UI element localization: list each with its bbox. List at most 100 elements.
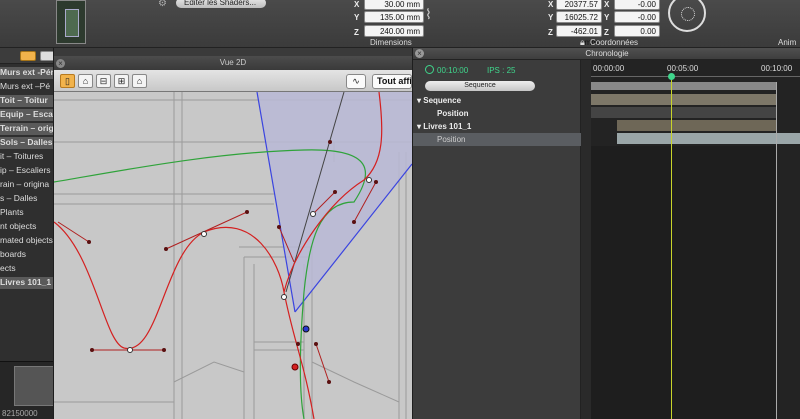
tree-item[interactable]: Murs ext –Pé xyxy=(0,81,50,93)
roof-view-button[interactable]: ⌂ xyxy=(132,74,147,88)
track-livres-position[interactable] xyxy=(617,133,800,144)
roof-icon: ⌂ xyxy=(136,76,143,86)
dimensions-title: Dimensions xyxy=(370,38,412,47)
coord-x-label: X xyxy=(548,0,554,9)
home-icon: ⌂ xyxy=(82,76,89,86)
current-time: 00:10:00 xyxy=(437,66,469,75)
rot-x-label: X xyxy=(604,0,610,9)
tree-item[interactable]: it – Toitures xyxy=(0,151,43,163)
timeline-tracks-list: 00:10:00 IPS : 25 Sequence ▾ Sequence Po… xyxy=(413,60,581,419)
dim-x-field[interactable]: 30.00 mm xyxy=(364,0,424,10)
dim-y-field[interactable]: 135.00 mm xyxy=(364,11,424,23)
timeline-label-end: 00:10:00 xyxy=(761,64,793,73)
canvas-drawing xyxy=(54,92,412,419)
rot-x-field[interactable]: -0.00 xyxy=(614,0,660,10)
coord-z-label: Z xyxy=(548,28,553,37)
coordinates-title: Coordonnées xyxy=(590,38,639,47)
tree-item-label: Position xyxy=(437,135,466,144)
home-view-button[interactable]: ⌂ xyxy=(78,74,93,88)
tree-item[interactable]: rain – origina xyxy=(0,179,49,191)
track-livres[interactable] xyxy=(617,120,777,131)
preview-thumbnail[interactable] xyxy=(14,366,53,406)
fps-label: IPS : 25 xyxy=(487,66,516,75)
timeline-title: Chronologie xyxy=(413,48,800,60)
front-icon: ⊟ xyxy=(99,76,108,86)
tree-item[interactable]: Sols – Dalles xyxy=(0,137,53,149)
coord-y-label: Y xyxy=(548,13,554,22)
tree-item[interactable]: boards xyxy=(0,249,26,261)
lock-icon[interactable]: 🔒︎ xyxy=(580,37,585,48)
drawing-canvas[interactable] xyxy=(54,92,412,419)
view-2d-title: Vue 2D xyxy=(54,56,412,70)
side-view-button[interactable]: ⊞ xyxy=(114,74,129,88)
tree-item[interactable]: Plants xyxy=(0,207,24,219)
tree-item[interactable]: Murs ext -Périp xyxy=(0,67,53,79)
front-view-button[interactable]: ⊟ xyxy=(96,74,111,88)
link-proportions-icon[interactable]: ⌇ xyxy=(425,6,432,23)
close-icon[interactable]: × xyxy=(56,59,65,68)
tree-item[interactable]: Terrain – orig xyxy=(0,123,53,135)
show-all-button[interactable]: Tout afficher xyxy=(372,74,412,89)
dim-y-label: Y xyxy=(354,13,360,22)
tree-item[interactable]: s – Dalles xyxy=(0,193,37,205)
clock-icon xyxy=(425,65,434,74)
coord-y-field[interactable]: 16025.72 mi xyxy=(556,11,602,33)
view-2d-toolbar: ▯ ⌂ ⊟ ⊞ ⌂ ∿ Tout afficher xyxy=(54,70,412,92)
plan-view-button[interactable]: ▯ xyxy=(60,74,75,88)
track-sequence-sub xyxy=(591,107,777,118)
rot-y-field[interactable]: -0.00 xyxy=(614,11,660,23)
list-icon[interactable] xyxy=(40,51,53,61)
close-icon[interactable]: × xyxy=(415,49,424,58)
curve-icon: ∿ xyxy=(352,76,360,86)
rot-z-label: Z xyxy=(604,28,609,37)
track-sequence-position[interactable] xyxy=(591,94,777,105)
timeline-panel: Chronologie × 00:10:00 IPS : 25 Sequence… xyxy=(412,48,800,419)
tree-item[interactable]: nt objects xyxy=(0,221,36,233)
coord-z-field[interactable]: -462.01 mm xyxy=(556,25,602,47)
rot-y-label: Y xyxy=(604,13,610,22)
tree-item-label: Livres 101_1 xyxy=(423,122,472,131)
plan-icon: ▯ xyxy=(65,76,70,86)
dim-z-field[interactable]: 240.00 mm xyxy=(364,25,424,37)
shader-icon: ⚙ xyxy=(158,0,167,9)
coord-x-field[interactable]: 20377.57 mi xyxy=(556,0,602,20)
tree-item-livres-position[interactable]: Position xyxy=(413,133,581,146)
timeline-label-start: 00:00:00 xyxy=(593,64,625,73)
object-path xyxy=(54,221,315,419)
end-marker xyxy=(776,82,777,419)
tree-item-sequence[interactable]: ▾ Sequence xyxy=(413,94,581,107)
tree-item[interactable]: Toit – Toitur xyxy=(0,95,53,107)
tree-item-label: Position xyxy=(437,109,469,118)
object-thumbnail[interactable] xyxy=(56,0,86,44)
track-sequence[interactable] xyxy=(591,82,777,90)
preview-panel: 82150000 xyxy=(0,361,53,419)
left-panel-toolbar xyxy=(0,48,53,64)
tree-item[interactable]: Livres 101_1 xyxy=(0,277,53,289)
folder-icon[interactable] xyxy=(20,51,36,61)
tree-item-sequence-position[interactable]: Position xyxy=(413,107,581,120)
compass-icon[interactable] xyxy=(668,0,706,32)
dim-x-label: X xyxy=(354,0,360,9)
preview-code: 82150000 xyxy=(2,409,38,418)
tree-item[interactable]: Equip – Escal xyxy=(0,109,53,121)
anim-title: Anim xyxy=(778,38,797,47)
timeline-label-mid: 00:05:00 xyxy=(667,64,699,73)
sequence-select[interactable]: Sequence xyxy=(425,81,535,91)
rot-z-field[interactable]: 0.00 xyxy=(614,25,660,37)
object-tree-panel: Murs ext -Périp Murs ext –Pé Toit – Toitur… xyxy=(0,48,54,419)
curve-button[interactable]: ∿ xyxy=(346,74,366,89)
view-2d-window: Vue 2D × ▯ ⌂ ⊟ ⊞ ⌂ ∿ Tout afficher xyxy=(54,56,412,419)
playhead[interactable] xyxy=(671,74,672,419)
playhead-handle[interactable] xyxy=(668,73,675,80)
tree-item-livres[interactable]: ▾ Livres 101_1 xyxy=(413,120,581,133)
side-icon: ⊞ xyxy=(117,76,126,86)
tree-item-label: Sequence xyxy=(423,96,462,105)
tree-item[interactable]: ip – Escaliers xyxy=(0,165,51,177)
edit-shaders-button[interactable]: Editer les Shaders... xyxy=(176,0,266,8)
track-empty-area xyxy=(591,146,777,419)
timeline-tracks[interactable]: 00:00:00 00:05:00 00:10:00 xyxy=(591,60,800,419)
tree-item[interactable]: ects xyxy=(0,263,16,275)
top-toolbar: ⚙ Editer les Shaders... X 30.00 mm Y 135… xyxy=(0,0,800,48)
splitter[interactable] xyxy=(581,60,591,419)
tree-item[interactable]: mated objects xyxy=(0,235,53,247)
